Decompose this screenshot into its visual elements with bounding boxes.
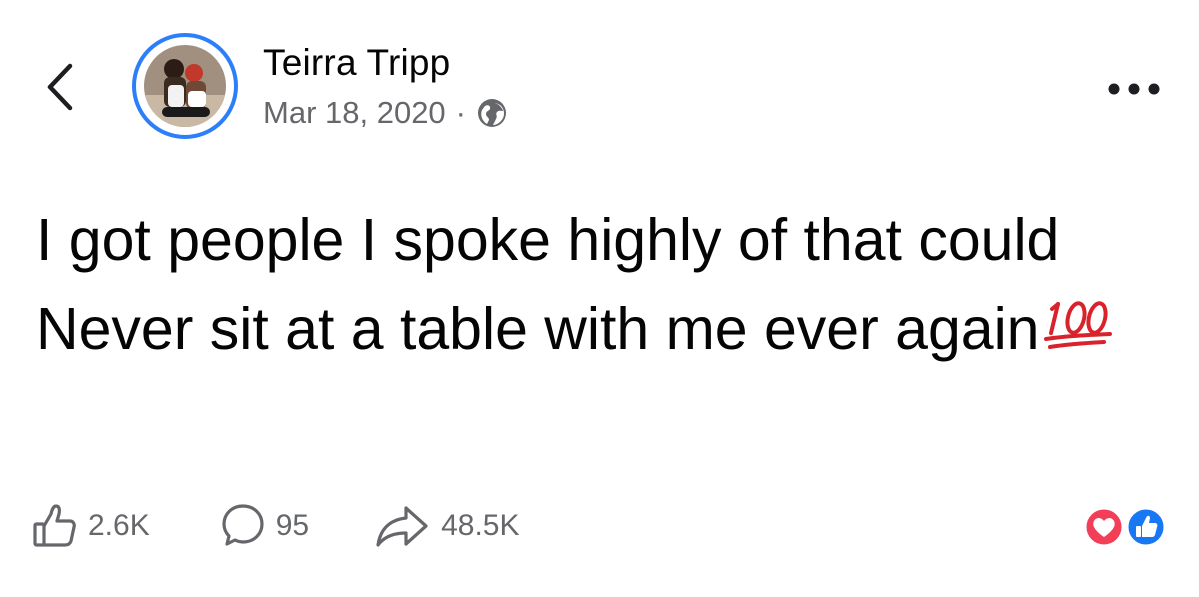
action-bar: 2.6K 95 48.5K <box>30 500 520 552</box>
like-count: 2.6K <box>88 509 150 542</box>
more-options-button[interactable] <box>1104 72 1164 106</box>
meta-separator: · <box>455 95 466 130</box>
like-reaction-icon <box>1125 506 1167 548</box>
like-button[interactable]: 2.6K <box>30 502 150 550</box>
post-meta: Mar 18, 2020 · <box>263 93 508 133</box>
post-body: I got people I spoke highly of that coul… <box>36 196 1176 374</box>
globe-icon <box>476 97 508 129</box>
comment-button[interactable]: 95 <box>220 502 309 550</box>
post-date[interactable]: Mar 18, 2020 <box>263 95 446 131</box>
reactions-summary[interactable] <box>1080 504 1172 550</box>
back-button[interactable] <box>38 58 82 116</box>
chevron-left-icon <box>47 63 73 111</box>
more-horizontal-icon <box>1108 83 1160 95</box>
post-text: I got people I spoke highly of that coul… <box>36 207 1060 362</box>
hundred-points-icon <box>1042 289 1114 349</box>
avatar-photo <box>144 45 226 127</box>
share-button[interactable]: 48.5K <box>373 502 520 550</box>
love-reaction-icon <box>1083 506 1125 548</box>
comment-icon <box>222 504 264 546</box>
avatar[interactable] <box>132 33 238 139</box>
comment-count: 95 <box>275 509 310 542</box>
thumbs-up-icon <box>33 504 76 547</box>
author-name[interactable]: Teirra Tripp <box>263 42 450 84</box>
share-count: 48.5K <box>441 509 520 542</box>
share-icon <box>376 506 428 547</box>
